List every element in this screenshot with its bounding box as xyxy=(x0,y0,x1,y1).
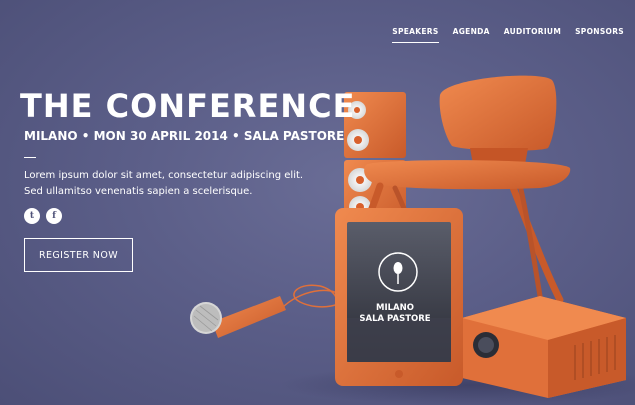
hero-illustration xyxy=(190,75,635,405)
projector xyxy=(462,296,626,398)
tablet-city: MILANO xyxy=(376,303,414,313)
page-title: THE CONFERENCE xyxy=(20,87,356,125)
twitter-icon[interactable]: t xyxy=(24,208,40,224)
tablet-venue: SALA PASTORE xyxy=(359,314,431,324)
tablet-caption: MILANO SALA PASTORE xyxy=(345,303,445,325)
hero-section: MILANO SALA PASTORE SPEAKERS AGENDA AUDI… xyxy=(0,0,635,405)
social-links: t f xyxy=(24,208,62,224)
divider xyxy=(24,157,36,158)
register-button[interactable]: REGISTER NOW xyxy=(24,238,133,272)
microphone xyxy=(190,296,286,338)
facebook-icon[interactable]: f xyxy=(46,208,62,224)
tablet xyxy=(335,208,463,386)
event-description: Lorem ipsum dolor sit amet, consectetur … xyxy=(24,170,304,197)
event-details: MILANO • MON 30 APRIL 2014 • SALA PASTOR… xyxy=(24,129,345,143)
microphone-cable xyxy=(281,284,343,311)
